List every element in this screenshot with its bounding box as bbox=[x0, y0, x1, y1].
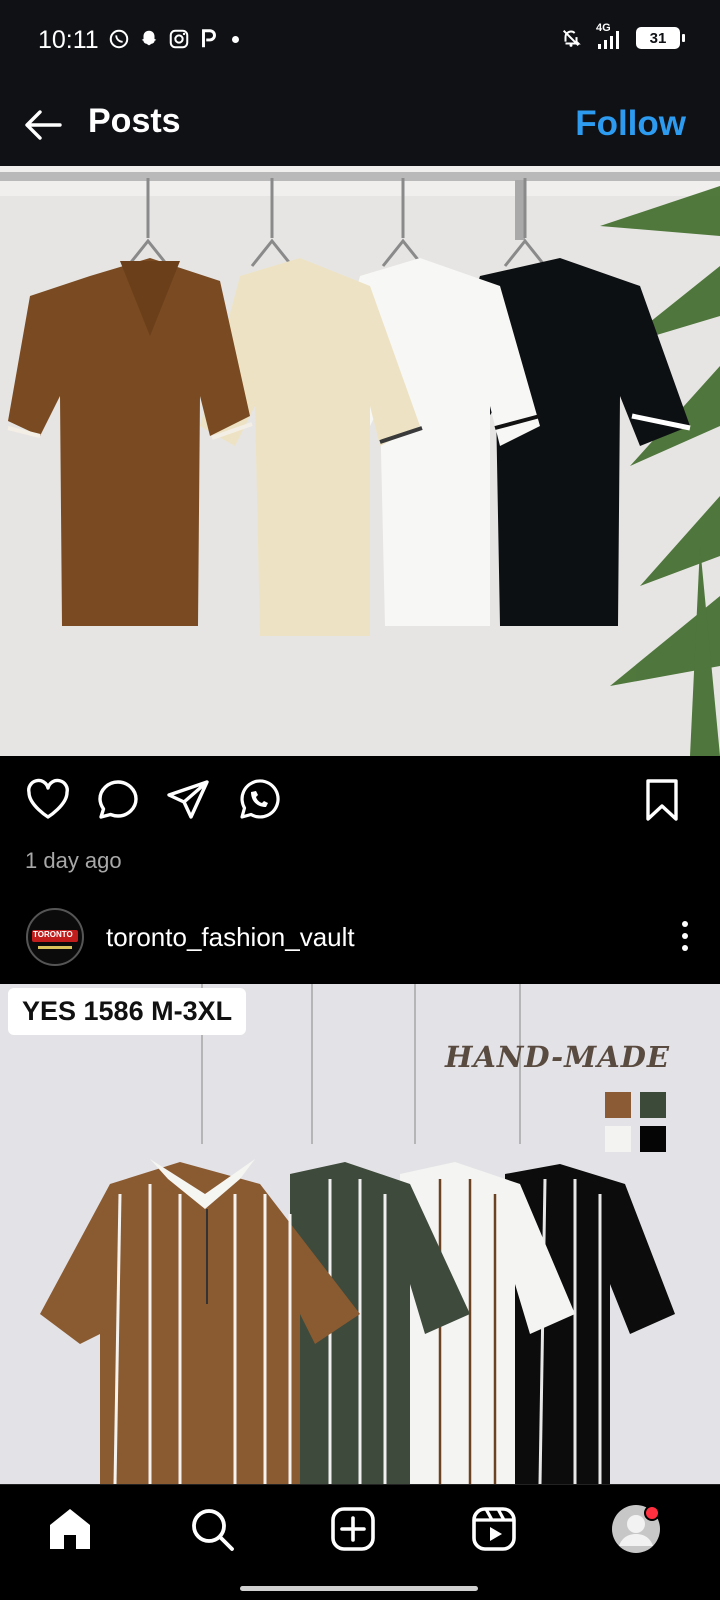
signal-indicator: 4G bbox=[594, 22, 624, 50]
post-timestamp: 1 day ago bbox=[25, 848, 122, 873]
p-app-notif-icon bbox=[202, 29, 216, 48]
whatsapp-icon[interactable] bbox=[234, 776, 282, 824]
avatar-logo-text: TORONTO bbox=[33, 930, 73, 939]
mute-icon bbox=[562, 29, 581, 47]
heart-icon[interactable] bbox=[24, 776, 72, 824]
post-actions bbox=[0, 770, 720, 830]
create-icon[interactable] bbox=[327, 1503, 379, 1555]
follow-button[interactable]: Follow bbox=[575, 104, 686, 144]
send-icon[interactable] bbox=[164, 776, 212, 824]
home-icon[interactable] bbox=[44, 1503, 96, 1555]
comment-icon[interactable] bbox=[94, 776, 142, 824]
polo-shirts-photo bbox=[0, 166, 720, 756]
page-title: Posts bbox=[88, 102, 181, 140]
more-vertical-icon[interactable] bbox=[670, 916, 700, 956]
reels-icon[interactable] bbox=[468, 1503, 520, 1555]
whatsapp-notif-icon bbox=[109, 29, 129, 49]
post-image-2[interactable]: YES 1586 M-3XL HAND-MADE bbox=[0, 984, 720, 1484]
battery-indicator: 31 bbox=[636, 27, 685, 49]
username[interactable]: toronto_fashion_vault bbox=[106, 922, 355, 953]
profile-icon[interactable] bbox=[610, 1503, 662, 1555]
bookmark-icon[interactable] bbox=[638, 776, 686, 824]
gesture-bar[interactable] bbox=[240, 1586, 478, 1591]
status-bar: 10:11 4G 31 bbox=[0, 0, 720, 82]
arrow-left-icon[interactable] bbox=[20, 102, 66, 148]
system-icons: 4G 31 bbox=[560, 22, 685, 50]
product-tag: YES 1586 M-3XL bbox=[8, 988, 247, 1035]
battery-level: 31 bbox=[649, 29, 667, 47]
avatar[interactable]: TORONTO bbox=[26, 908, 84, 966]
search-icon[interactable] bbox=[186, 1503, 238, 1555]
snapchat-notif-icon bbox=[141, 30, 157, 46]
post-header: TORONTO toronto_fashion_vault bbox=[0, 904, 720, 978]
instagram-notif-icon bbox=[169, 29, 189, 49]
more-notif-dot bbox=[232, 35, 239, 43]
brand-overlay: HAND-MADE bbox=[445, 1040, 670, 1074]
post-image[interactable] bbox=[0, 166, 720, 756]
notification-icons bbox=[108, 28, 239, 50]
bottom-nav bbox=[0, 1484, 720, 1574]
status-time: 10:11 bbox=[38, 26, 99, 54]
top-bar: Posts Follow bbox=[0, 82, 720, 166]
signal-bars-icon bbox=[598, 31, 619, 49]
avatar-placeholder-icon bbox=[612, 1505, 660, 1553]
